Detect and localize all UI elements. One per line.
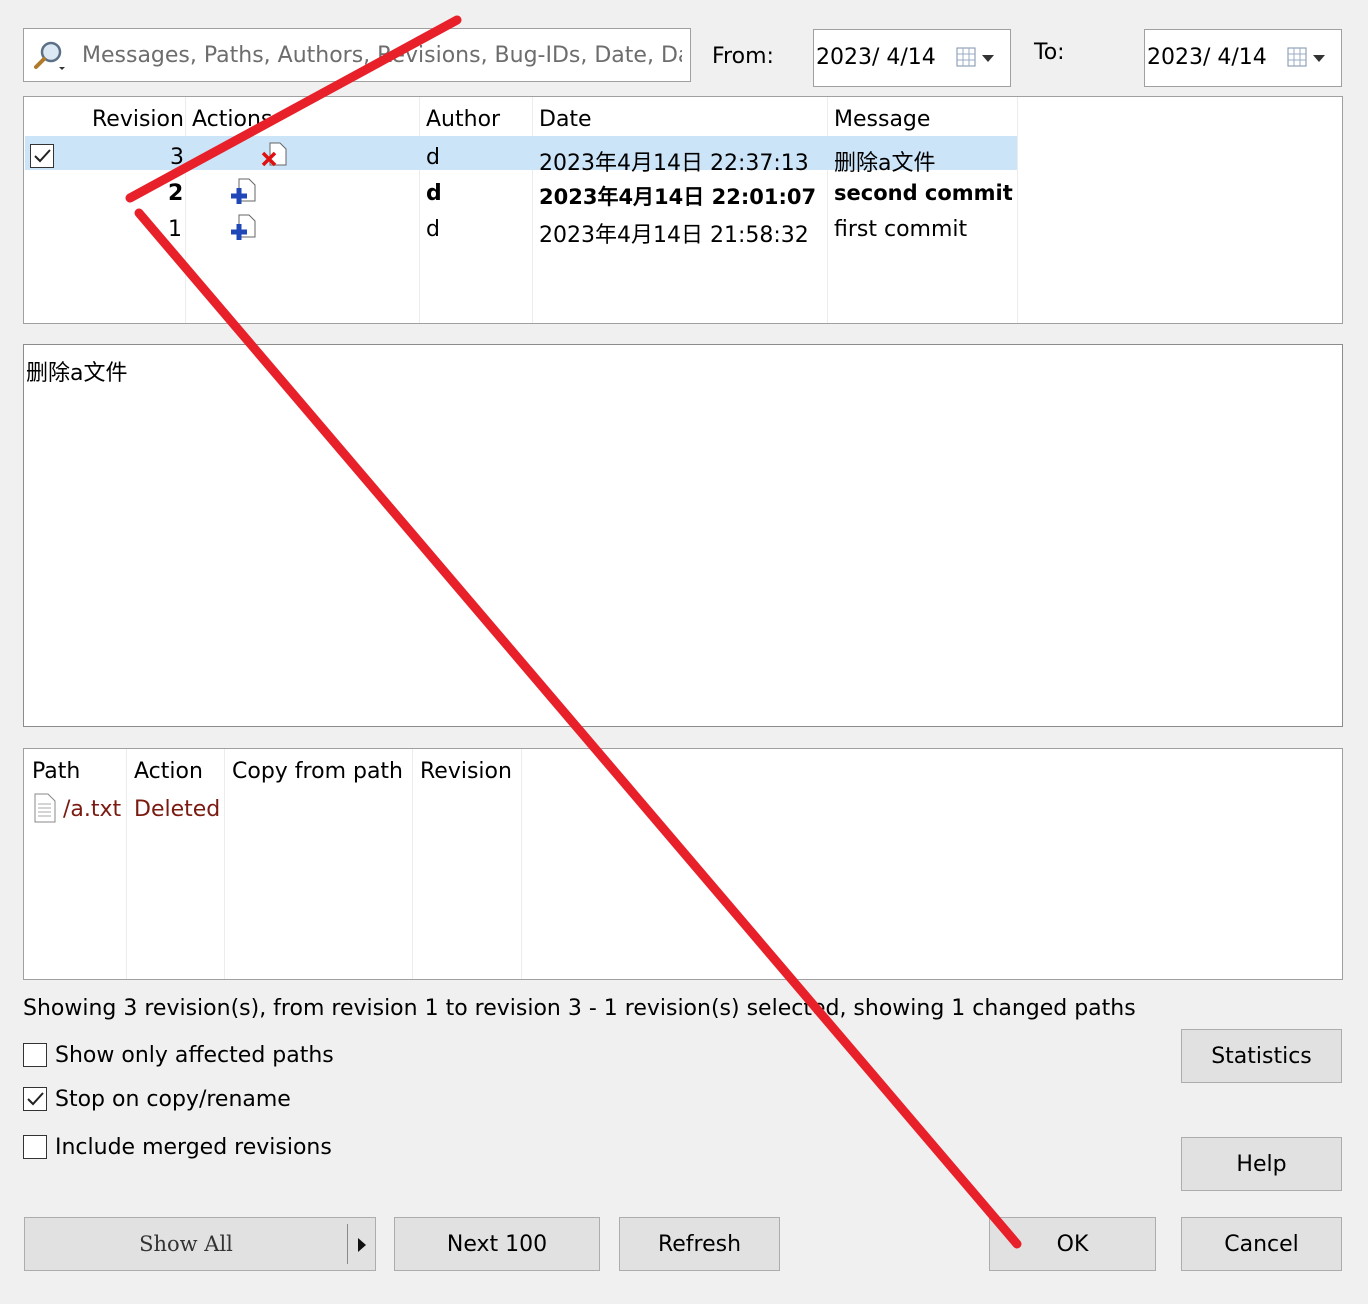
commit-message-box[interactable]: 删除a文件 (23, 344, 1343, 727)
from-date-value[interactable]: 2023/ 4/14 (816, 45, 936, 70)
column-header-author[interactable]: Author (426, 107, 500, 132)
delete-file-icon (261, 142, 287, 167)
author-cell: d (426, 145, 440, 170)
ok-button[interactable]: OK (989, 1217, 1156, 1271)
action-cell: Deleted (134, 797, 221, 822)
column-separator (185, 97, 186, 323)
from-date-picker[interactable]: 2023/ 4/14 (813, 29, 1011, 87)
stop-on-copy-checkbox[interactable] (23, 1087, 47, 1111)
column-header-message[interactable]: Message (834, 107, 930, 132)
checkmark-icon (27, 1092, 44, 1106)
column-separator (224, 749, 225, 979)
next-100-button-label: Next 100 (446, 1231, 548, 1257)
column-header-date[interactable]: Date (539, 107, 592, 132)
column-separator (521, 749, 522, 979)
column-header-revision[interactable]: Revision (92, 107, 184, 132)
include-merged-checkbox[interactable] (23, 1135, 47, 1159)
show-affected-paths-checkbox[interactable] (23, 1043, 47, 1067)
show-affected-paths-label[interactable]: Show only affected paths (55, 1043, 334, 1068)
help-button[interactable]: Help (1181, 1137, 1342, 1191)
to-label: To: (1034, 40, 1065, 65)
ok-button-label: OK (1056, 1231, 1089, 1257)
column-separator (827, 97, 828, 323)
column-header-path[interactable]: Path (32, 759, 80, 784)
search-input[interactable]: Messages, Paths, Authors, Revisions, Bug… (82, 43, 682, 68)
cancel-button-label: Cancel (1224, 1231, 1299, 1257)
next-100-button[interactable]: Next 100 (394, 1217, 600, 1271)
search-box[interactable]: Messages, Paths, Authors, Revisions, Bug… (23, 28, 691, 82)
add-file-icon (231, 178, 256, 204)
split-arrow-icon[interactable] (356, 1237, 368, 1253)
cancel-button[interactable]: Cancel (1181, 1217, 1342, 1271)
column-separator (532, 97, 533, 323)
column-separator (412, 749, 413, 979)
revision-number: 2 (168, 181, 184, 206)
refresh-button[interactable]: Refresh (619, 1217, 780, 1271)
statistics-button-label: Statistics (1211, 1043, 1312, 1069)
column-header-actions[interactable]: Actions (192, 107, 272, 132)
stop-on-copy-label[interactable]: Stop on copy/rename (55, 1087, 291, 1112)
revision-list[interactable]: Revision Actions Author Date Message 3 d… (23, 96, 1343, 324)
message-cell: first commit (834, 217, 968, 242)
magnifier-icon[interactable] (32, 39, 72, 73)
commit-message-text[interactable]: 删除a文件 (26, 355, 127, 387)
column-separator (1017, 97, 1018, 323)
row-checkbox[interactable] (30, 144, 54, 168)
add-file-icon (231, 214, 256, 240)
revision-number: 1 (168, 217, 182, 242)
column-separator (126, 749, 127, 979)
column-header-action[interactable]: Action (134, 759, 203, 784)
message-cell: second commit (834, 181, 1013, 205)
message-cell: 删除a文件 (834, 151, 936, 176)
to-date-value[interactable]: 2023/ 4/14 (1147, 45, 1267, 70)
date-cell: 2023年4月14日 22:37:13 (539, 151, 809, 176)
path-cell[interactable]: /a.txt (63, 797, 121, 822)
checkmark-icon (34, 149, 51, 163)
refresh-button-label: Refresh (657, 1231, 742, 1257)
to-date-picker[interactable]: 2023/ 4/14 (1144, 29, 1342, 87)
date-cell: 2023年4月14日 21:58:32 (539, 223, 809, 248)
date-cell: 2023年4月14日 22:01:07 (539, 185, 817, 209)
show-all-button-label[interactable]: Show All (25, 1232, 347, 1256)
status-text: Showing 3 revision(s), from revision 1 t… (23, 996, 1136, 1021)
from-label: From: (712, 44, 774, 69)
column-separator (419, 97, 420, 323)
changed-paths-list[interactable]: Path Action Copy from path Revision /a.t… (23, 748, 1343, 980)
include-merged-label[interactable]: Include merged revisions (55, 1135, 332, 1160)
statistics-button[interactable]: Statistics (1181, 1029, 1342, 1083)
author-cell: d (426, 181, 442, 206)
calendar-icon[interactable] (956, 46, 998, 70)
help-button-label: Help (1236, 1151, 1287, 1177)
calendar-icon[interactable] (1287, 46, 1329, 70)
revision-number: 3 (170, 145, 184, 170)
show-all-split-button[interactable]: Show All (24, 1217, 376, 1271)
author-cell: d (426, 217, 440, 242)
column-header-revision[interactable]: Revision (420, 759, 512, 784)
split-divider (347, 1224, 348, 1264)
column-header-copy-from-path[interactable]: Copy from path (232, 759, 403, 784)
file-icon (34, 793, 56, 823)
